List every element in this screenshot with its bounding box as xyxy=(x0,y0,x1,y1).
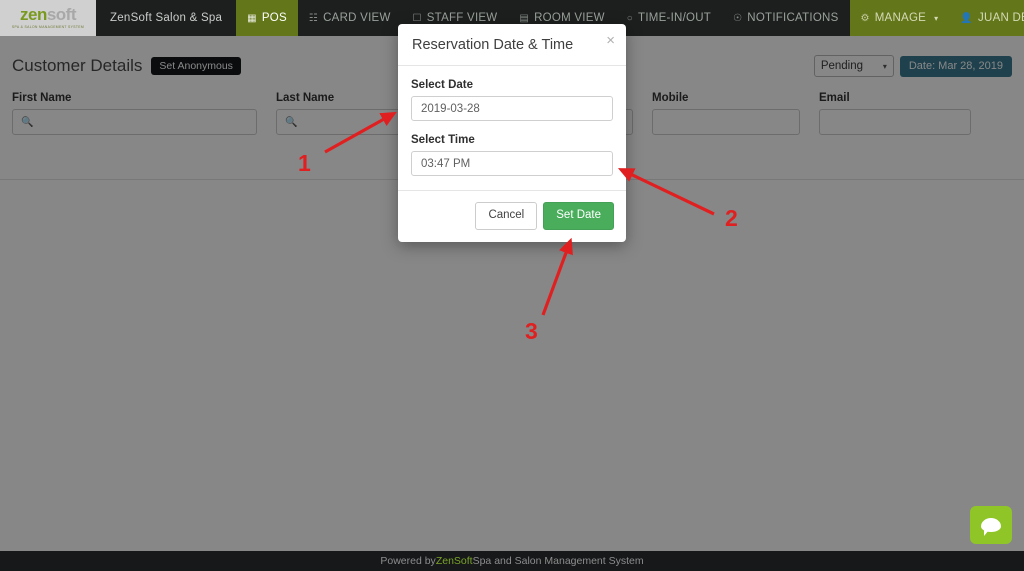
user-icon: 👤 xyxy=(960,12,974,24)
chat-bubble-icon xyxy=(981,518,1001,536)
nav-item-pos[interactable]: ▦ POS xyxy=(236,0,298,36)
chevron-down-icon: ▾ xyxy=(934,13,939,23)
close-icon[interactable]: × xyxy=(606,33,615,48)
nav-item-notifications-label: NOTIFICATIONS xyxy=(747,12,839,24)
reservation-datetime-modal: Reservation Date & Time × Select Date 20… xyxy=(398,24,626,242)
nav-item-notifications[interactable]: ☉ NOTIFICATIONS xyxy=(722,0,849,36)
cancel-button[interactable]: Cancel xyxy=(475,202,538,230)
nav-site-name-label: ZenSoft Salon & Spa xyxy=(110,12,223,24)
footer-prefix: Powered by xyxy=(380,555,436,567)
nav-item-staff-view-label: STAFF VIEW xyxy=(426,12,498,24)
nav-item-card-view[interactable]: ☷ CARD VIEW xyxy=(298,0,402,36)
select-time-input[interactable]: 03:47 PM xyxy=(411,151,613,176)
footer-brand: ZenSoft xyxy=(435,555,473,567)
brand-wordmark: zensoft xyxy=(19,5,77,24)
modal-header: Reservation Date & Time × xyxy=(398,24,626,66)
card-view-icon: ☷ xyxy=(308,12,319,24)
nav-item-user-label: JUAN DELA CRUZ xyxy=(978,12,1024,24)
app-root: zensoft SPA & SALON MANAGEMENT SYSTEM Ze… xyxy=(0,0,1024,571)
bell-icon: ☉ xyxy=(733,12,743,24)
brand-tagline: SPA & SALON MANAGEMENT SYSTEM xyxy=(11,25,85,29)
nav-item-pos-label: POS xyxy=(261,12,287,24)
nav-item-room-view-label: ROOM VIEW xyxy=(534,12,605,24)
clock-icon: ○ xyxy=(626,12,634,24)
nav-item-manage[interactable]: ⚙ MANAGE ▾ xyxy=(849,0,950,36)
nav-site-name[interactable]: ZenSoft Salon & Spa xyxy=(96,0,236,36)
nav-item-user-menu[interactable]: 👤 JUAN DELA CRUZ ▾ xyxy=(949,0,1024,36)
brand-word-secondary: soft xyxy=(46,5,77,24)
modal-footer: Cancel Set Date xyxy=(398,190,626,242)
cash-register-icon: ▦ xyxy=(247,12,257,24)
brand-word-primary: zen xyxy=(19,5,47,24)
gear-icon: ⚙ xyxy=(860,12,870,24)
select-time-label: Select Time xyxy=(411,134,475,146)
brand-logo[interactable]: zensoft SPA & SALON MANAGEMENT SYSTEM xyxy=(0,0,96,36)
footer-suffix: Spa and Salon Management System xyxy=(472,555,644,567)
set-date-button[interactable]: Set Date xyxy=(543,202,614,230)
nav-item-card-view-label: CARD VIEW xyxy=(323,12,391,24)
select-date-label: Select Date xyxy=(411,79,474,91)
staff-view-icon: ☐ xyxy=(412,12,422,24)
nav-item-time-in-out[interactable]: ○ TIME-IN/OUT xyxy=(616,0,722,36)
select-date-input[interactable]: 2019-03-28 xyxy=(411,96,613,121)
room-view-icon: ▤ xyxy=(519,12,530,24)
nav-item-time-in-out-label: TIME-IN/OUT xyxy=(638,12,712,24)
chat-widget-button[interactable] xyxy=(970,506,1012,544)
modal-body: Select Date 2019-03-28 Select Time 03:47… xyxy=(398,66,626,190)
nav-item-manage-label: MANAGE xyxy=(874,12,927,24)
page-footer: Powered by ZenSoft Spa and Salon Managem… xyxy=(0,551,1024,571)
select-date-value: 2019-03-28 xyxy=(421,102,480,115)
modal-title: Reservation Date & Time xyxy=(412,37,574,53)
select-time-value: 03:47 PM xyxy=(421,157,471,170)
